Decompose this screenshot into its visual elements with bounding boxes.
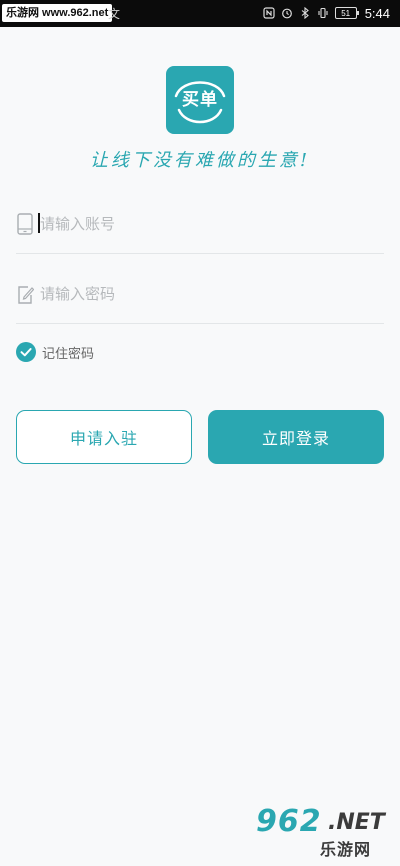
account-input[interactable]: [40, 212, 370, 236]
watermark-logo: 962 .NET 乐游网: [256, 804, 392, 860]
logo-text: 买单: [182, 90, 218, 110]
clock: 5:44: [364, 5, 390, 21]
app-logo: 买单: [166, 66, 234, 134]
battery-icon: 51: [334, 7, 359, 19]
status-bar: 乐游网 www.962.net 文 51 5:44: [0, 0, 400, 27]
apply-button[interactable]: 申请入驻: [16, 410, 192, 464]
watermark-site-name: 乐游网: [320, 840, 372, 859]
battery-level: 51: [341, 8, 351, 18]
remember-label: 记住密码: [42, 346, 95, 362]
checkmark-icon[interactable]: [16, 342, 36, 362]
login-button[interactable]: 立即登录: [208, 410, 384, 464]
watermark-number: 962: [256, 804, 322, 839]
password-input[interactable]: [40, 282, 370, 306]
vibrate-icon: [317, 7, 329, 19]
app-slogan: 让线下没有难做的生意!: [89, 150, 311, 171]
remember-password[interactable]: 记住密码: [16, 341, 94, 363]
phone-icon: [16, 212, 34, 236]
watermark-suffix: .NET: [328, 810, 385, 835]
nfc-icon: [263, 7, 275, 19]
status-icons: 51 5:44: [263, 4, 390, 22]
notification-glyph: 文: [108, 7, 121, 21]
account-field[interactable]: [16, 198, 384, 254]
watermark-badge: 乐游网 www.962.net: [2, 4, 113, 22]
password-field[interactable]: [16, 268, 384, 324]
alarm-icon: [281, 7, 293, 19]
bluetooth-icon: [299, 6, 311, 20]
edit-note-icon: [16, 282, 35, 306]
